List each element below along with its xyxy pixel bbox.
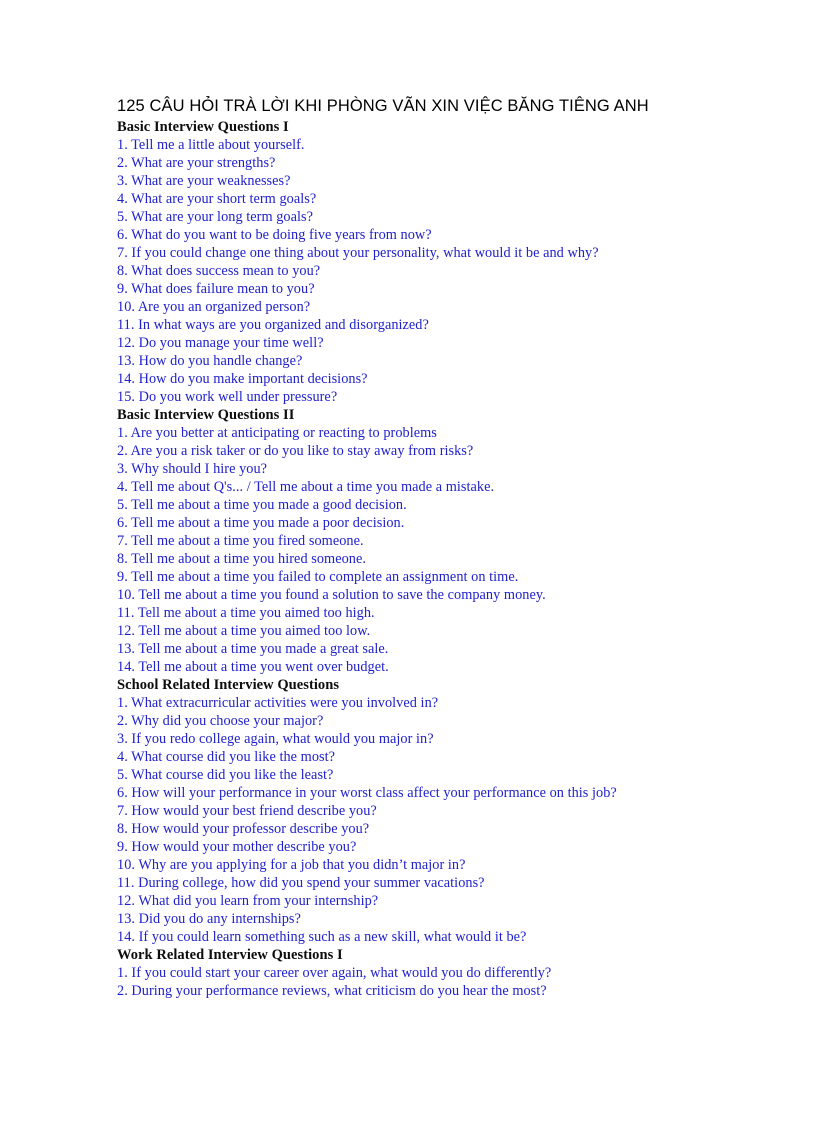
list-item: 7. If you could change one thing about y… xyxy=(117,245,599,261)
list-item: 10. Are you an organized person? xyxy=(117,299,311,315)
section-work-related-1: Work Related Interview Questions I 1. If… xyxy=(117,946,717,1000)
list-item: 2. During your performance reviews, what… xyxy=(117,983,547,999)
list-item: 10. Tell me about a time you found a sol… xyxy=(117,587,546,603)
list-item: 6. What do you want to be doing five yea… xyxy=(117,227,432,243)
list-item: 11. During college, how did you spend yo… xyxy=(117,875,485,891)
list-item: 2. What are your strengths? xyxy=(117,155,276,171)
list-item: 12. Do you manage your time well? xyxy=(117,335,324,351)
document-title: 125 CÂU HỎI TRÀ LỜI KHI PHÒNG VÃN XIN VI… xyxy=(117,97,649,115)
section-basic-1: Basic Interview Questions I 1. Tell me a… xyxy=(117,118,717,406)
list-item: 6. Tell me about a time you made a poor … xyxy=(117,515,405,531)
list-item: 13. Tell me about a time you made a grea… xyxy=(117,641,389,657)
section-school-related: School Related Interview Questions 1. Wh… xyxy=(117,676,717,946)
list-item: 10. Why are you applying for a job that … xyxy=(117,857,466,873)
list-item: 1. If you could start your career over a… xyxy=(117,965,552,981)
list-item: 13. How do you handle change? xyxy=(117,353,303,369)
document-body: 125 CÂU HỎI TRÀ LỜI KHI PHÒNG VÃN XIN VI… xyxy=(117,96,717,1000)
list-item: 14. Tell me about a time you went over b… xyxy=(117,659,389,675)
list-item: 7. Tell me about a time you fired someon… xyxy=(117,533,364,549)
question-list: 1. Are you better at anticipating or rea… xyxy=(117,424,717,676)
list-item: 4. Tell me about Q's... / Tell me about … xyxy=(117,479,495,495)
list-item: 8. How would your professor describe you… xyxy=(117,821,370,837)
list-item: 3. If you redo college again, what would… xyxy=(117,731,434,747)
list-item: 7. How would your best friend describe y… xyxy=(117,803,377,819)
list-item: 3. Why should I hire you? xyxy=(117,461,268,477)
list-item: 15. Do you work well under pressure? xyxy=(117,389,338,405)
list-item: 2. Are you a risk taker or do you like t… xyxy=(117,443,474,459)
list-item: 1. What extracurricular activities were … xyxy=(117,695,439,711)
list-item: 8. Tell me about a time you hired someon… xyxy=(117,551,366,567)
list-item: 13. Did you do any internships? xyxy=(117,911,301,927)
list-item: 4. What are your short term goals? xyxy=(117,191,317,207)
section-basic-2: Basic Interview Questions II 1. Are you … xyxy=(117,406,717,676)
list-item: 4. What course did you like the most? xyxy=(117,749,336,765)
question-list: 1. What extracurricular activities were … xyxy=(117,694,717,946)
list-item: 11. In what ways are you organized and d… xyxy=(117,317,429,333)
list-item: 5. Tell me about a time you made a good … xyxy=(117,497,407,513)
list-item: 11. Tell me about a time you aimed too h… xyxy=(117,605,375,621)
list-item: 9. Tell me about a time you failed to co… xyxy=(117,569,519,585)
list-item: 5. What are your long term goals? xyxy=(117,209,313,225)
list-item: 5. What course did you like the least? xyxy=(117,767,334,783)
list-item: 14. How do you make important decisions? xyxy=(117,371,368,387)
section-heading: Work Related Interview Questions I xyxy=(117,947,343,963)
list-item: 12. Tell me about a time you aimed too l… xyxy=(117,623,371,639)
list-item: 1. Are you better at anticipating or rea… xyxy=(117,425,437,441)
list-item: 9. What does failure mean to you? xyxy=(117,281,315,297)
list-item: 8. What does success mean to you? xyxy=(117,263,321,279)
list-item: 6. How will your performance in your wor… xyxy=(117,785,617,801)
list-item: 12. What did you learn from your interns… xyxy=(117,893,379,909)
list-item: 1. Tell me a little about yourself. xyxy=(117,137,305,153)
list-item: 3. What are your weaknesses? xyxy=(117,173,291,189)
list-item: 2. Why did you choose your major? xyxy=(117,713,324,729)
section-heading: School Related Interview Questions xyxy=(117,677,340,693)
document-page: 125 CÂU HỎI TRÀ LỜI KHI PHÒNG VÃN XIN VI… xyxy=(0,0,816,1123)
list-item: 14. If you could learn something such as… xyxy=(117,929,527,945)
question-list: 1. If you could start your career over a… xyxy=(117,964,717,1000)
section-heading: Basic Interview Questions I xyxy=(117,119,289,135)
list-item: 9. How would your mother describe you? xyxy=(117,839,357,855)
section-heading: Basic Interview Questions II xyxy=(117,407,295,423)
question-list: 1. Tell me a little about yourself. 2. W… xyxy=(117,136,717,406)
